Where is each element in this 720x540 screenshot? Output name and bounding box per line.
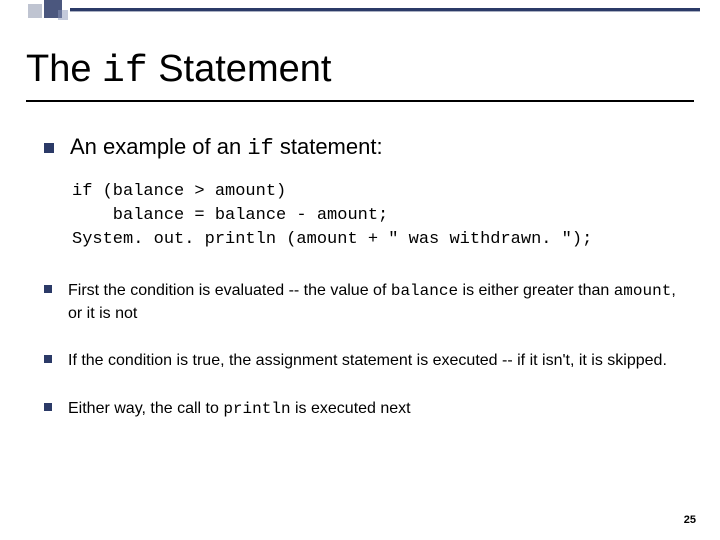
list-item: First the condition is evaluated -- the … — [44, 280, 680, 324]
code-block: if (balance > amount) balance = balance … — [72, 180, 700, 251]
title-underline — [26, 100, 694, 102]
text: First the condition is evaluated -- the … — [68, 282, 391, 299]
title-text-pre: The — [26, 48, 102, 90]
bullet-icon — [44, 285, 52, 293]
bullet-icon — [44, 403, 52, 411]
list-item: Either way, the call to println is execu… — [44, 398, 680, 421]
intro-post: statement: — [274, 134, 383, 159]
list-item: If the condition is true, the assignment… — [44, 350, 680, 372]
text: Either way, the call to — [68, 400, 223, 417]
bullet-icon — [44, 355, 52, 363]
intro-pre: An example of an — [70, 134, 247, 159]
page-number: 25 — [684, 514, 696, 526]
title-code: if — [102, 50, 148, 93]
bullet-icon — [44, 143, 54, 153]
slide-decoration — [0, 0, 720, 28]
code-line-3: System. out. println (amount + " was wit… — [72, 230, 592, 249]
code-inline: balance — [391, 282, 458, 300]
code-line-2: balance = balance - amount; — [72, 206, 388, 225]
intro-code: if — [247, 136, 273, 161]
code-line-1: if (balance > amount) — [72, 182, 286, 201]
title-text-post: Statement — [148, 48, 332, 90]
intro-line: An example of an if statement: — [44, 134, 680, 161]
text: If the condition is true, the assignment… — [68, 352, 667, 369]
code-inline: println — [223, 400, 290, 418]
code-inline: amount — [614, 282, 672, 300]
slide-title: The if Statement — [26, 48, 331, 93]
text: is either greater than — [458, 282, 614, 299]
bullet-list: First the condition is evaluated -- the … — [44, 280, 680, 446]
text: is executed next — [291, 400, 411, 417]
